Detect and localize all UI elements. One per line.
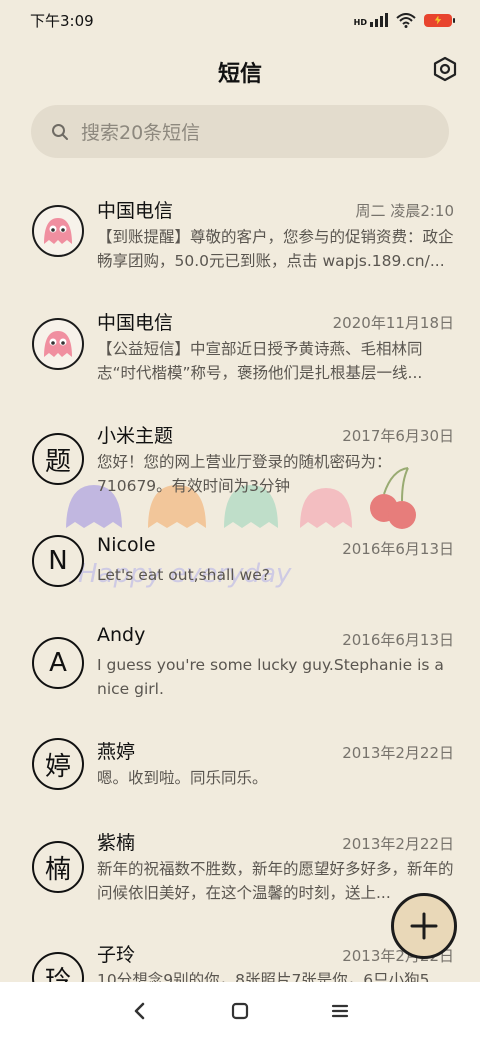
new-message-button[interactable] <box>391 893 457 959</box>
conversation-item[interactable]: 题 小米主题 2017年6月30日 您好！您的网上营业厅登录的随机密码为：710… <box>0 406 480 516</box>
contact-name: 小米主题 <box>97 425 174 447</box>
signal-icon: HD <box>354 13 388 27</box>
battery-charging-icon <box>424 13 455 27</box>
search-icon <box>52 123 68 140</box>
conversation-item[interactable]: 中国电信 周二 凌晨2:10 【到账提醒】尊敬的客户，您参与的促销资费：政企畅享… <box>0 180 480 290</box>
contact-name: 子玲 <box>97 944 136 966</box>
message-preview: 【到账提醒】尊敬的客户，您参与的促销资费：政企畅享团购，50.0元已到账，点击 … <box>97 228 454 270</box>
status-time: 下午3:09 <box>30 11 94 30</box>
contact-name: 中国电信 <box>97 312 174 334</box>
message-date: 2013年2月22日 <box>342 744 454 762</box>
message-preview: 【公益短信】中宣部近日授予黄诗燕、毛相林同志“时代楷模”称号，褒扬他们是扎根基层… <box>97 340 423 382</box>
message-date: 2013年2月22日 <box>342 835 454 853</box>
ghost-avatar-icon <box>32 318 84 370</box>
contact-avatar: 玲 <box>32 952 84 982</box>
message-preview: 10分想念9别的你，8张照片7张是你，6只小狗5... <box>97 971 445 982</box>
system-nav-bar <box>0 982 480 1040</box>
contact-name: 中国电信 <box>97 200 174 222</box>
conversation-item[interactable]: A Andy 2016年6月13日 I guess you're some lu… <box>0 610 480 720</box>
search-input[interactable]: 搜索20条短信 <box>31 105 449 158</box>
recents-button[interactable] <box>320 991 360 1031</box>
message-preview: Let's eat out,shall we? <box>97 566 270 584</box>
home-button[interactable] <box>220 991 260 1031</box>
message-preview: I guess you're some lucky guy.Stephanie … <box>97 656 444 698</box>
message-preview: 嗯。收到啦。同乐同乐。 <box>97 769 268 787</box>
wifi-icon <box>396 12 416 28</box>
search-placeholder: 搜索20条短信 <box>81 122 201 144</box>
message-date: 2020年11月18日 <box>332 314 454 332</box>
back-chevron-icon <box>134 1002 145 1020</box>
contact-avatar: 题 <box>32 433 84 485</box>
title-bar: 短信 <box>0 48 480 92</box>
conversation-item[interactable]: 中国电信 2020年11月18日 【公益短信】中宣部近日授予黄诗燕、毛相林同志“… <box>0 293 480 403</box>
status-bar: 下午3:09 HD <box>0 0 480 40</box>
status-icons: HD <box>354 12 455 28</box>
message-date: 2016年6月13日 <box>342 540 454 558</box>
contact-name: 紫楠 <box>97 832 136 854</box>
home-square-icon <box>231 1002 249 1020</box>
message-date: 周二 凌晨2:10 <box>355 202 454 220</box>
back-button[interactable] <box>120 991 160 1031</box>
menu-lines-icon <box>331 1004 349 1018</box>
plus-icon <box>410 912 438 940</box>
contact-name: Nicole <box>97 534 156 556</box>
contact-avatar: N <box>32 535 84 587</box>
contact-avatar: 楠 <box>32 841 84 893</box>
message-preview: 您好！您的网上营业厅登录的随机密码为：710679。有效时间为3分钟 <box>97 453 392 495</box>
network-label: HD <box>353 18 367 27</box>
message-date: 2017年6月30日 <box>342 427 454 445</box>
settings-hexagon-icon[interactable] <box>432 56 458 82</box>
message-date: 2016年6月13日 <box>342 631 454 649</box>
page-title: 短信 <box>217 62 262 87</box>
contact-avatar: A <box>32 637 84 689</box>
contact-name: 燕婷 <box>97 741 136 763</box>
contact-avatar: 婷 <box>32 738 84 790</box>
message-preview: 新年的祝福数不胜数，新年的愿望好多好多，新年的问候依旧美好，在这个温馨的时刻，送… <box>97 860 454 902</box>
ghost-avatar-icon <box>32 205 84 257</box>
contact-name: Andy <box>97 624 146 646</box>
